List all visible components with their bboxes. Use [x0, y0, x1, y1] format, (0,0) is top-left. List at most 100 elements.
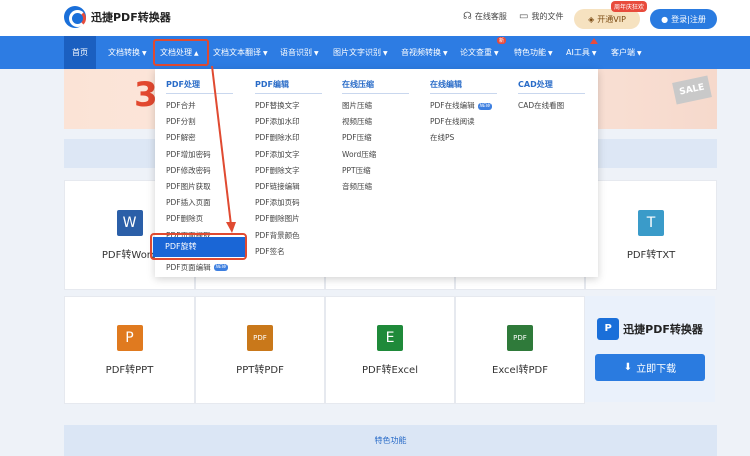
tool-pdf-to-excel[interactable]: E PDF转Excel [325, 296, 455, 404]
menu-item[interactable]: PPT压缩 [342, 163, 409, 179]
dropdown-col-online-edit: 在线编辑 PDF在线编辑 NEW PDF在线阅读 在线PS [430, 79, 497, 147]
download-label: 立即下载 [636, 363, 677, 375]
nav-plagiarism[interactable]: 论文查重 ▼ [460, 36, 499, 69]
tool-label: Excel转PDF [492, 364, 548, 376]
diamond-icon: ◈ [588, 14, 595, 24]
nav-new-badge: 新 [497, 37, 507, 44]
menu-item[interactable]: PDF合并 [166, 98, 233, 114]
menu-item[interactable]: PDF链接编辑 [255, 179, 322, 195]
menu-item[interactable]: PDF分割 [166, 114, 233, 130]
tool-label: PDF转PPT [105, 364, 154, 376]
logo-icon [64, 6, 86, 28]
menu-item[interactable]: PDF替换文字 [255, 98, 322, 114]
chevron-down-icon: ▼ [548, 50, 553, 57]
dropdown-col-compress: 在线压缩 图片压缩 视频压缩 PDF压缩 Word压缩 PPT压缩 音频压缩 [342, 79, 409, 195]
col-title: PDF处理 [166, 79, 233, 94]
nav-highlight-box [153, 39, 209, 66]
menu-item[interactable]: PDF删除图片 [255, 211, 322, 227]
new-tag: NEW [213, 264, 229, 272]
menu-item[interactable]: PDF修改密码 [166, 163, 233, 179]
file-icon: ▭ [519, 11, 529, 22]
txt-icon: T [638, 209, 664, 236]
nav-home[interactable]: 首页 [64, 36, 96, 69]
login-label: 登录|注册 [671, 14, 706, 24]
banner-sale-tag: SALE [672, 75, 712, 105]
chevron-down-icon: ▼ [637, 50, 642, 57]
tool-label: PDF转Excel [362, 364, 418, 376]
service-link[interactable]: ☊ 在线客服 [463, 11, 507, 22]
chevron-down-icon: ▼ [142, 50, 147, 57]
my-files-label: 我的文件 [531, 12, 564, 21]
vip-label: 开通VIP [597, 14, 626, 24]
menu-item[interactable]: PDF签名 [255, 244, 322, 260]
menu-item[interactable]: 视频压缩 [342, 114, 409, 130]
menu-item[interactable]: PDF删除页 [166, 211, 233, 227]
menu-item[interactable]: PDF压缩 [342, 130, 409, 146]
menu-item[interactable]: CAD在线看图 [518, 98, 585, 114]
nav-translate[interactable]: 文档文本翻译 ▼ [213, 36, 268, 69]
vip-promo-badge: 周年庆狂欢 [611, 1, 648, 12]
nav-ocr[interactable]: 图片文字识别 ▼ [333, 36, 388, 69]
col-title: CAD处理 [518, 79, 585, 94]
top-header: 迅捷PDF转换器 ☊ 在线客服 ▭ 我的文件 ◈ 开通VIP 周年庆狂欢 ● 登… [0, 0, 750, 36]
ppt-icon: P [116, 324, 143, 351]
brand-name: 迅捷PDF转换器 [91, 11, 171, 24]
dropdown-col-cad: CAD处理 CAD在线看图 [518, 79, 585, 114]
col-title: PDF编辑 [255, 79, 322, 94]
nav-voice[interactable]: 语音识别 ▼ [280, 36, 319, 69]
menu-item[interactable]: 图片压缩 [342, 98, 409, 114]
menu-item[interactable]: PDF页面编辑 NEW [166, 260, 233, 276]
chevron-down-icon: ▼ [443, 50, 448, 57]
menu-item[interactable]: PDF图片获取 [166, 179, 233, 195]
chevron-down-icon: ▼ [383, 50, 388, 57]
chevron-down-icon: ▼ [591, 50, 597, 57]
menu-item[interactable]: PDF增加密码 [166, 147, 233, 163]
menu-item[interactable]: Word压缩 [342, 147, 409, 163]
col-title: 在线压缩 [342, 79, 409, 94]
nav-features[interactable]: 特色功能 ▼ [514, 36, 553, 69]
nav-av-convert[interactable]: 音视频转换 ▼ [401, 36, 448, 69]
nav-client[interactable]: 客户端 ▼ [611, 36, 642, 69]
selected-highlight-box [150, 233, 247, 260]
menu-item[interactable]: PDF背景颜色 [255, 228, 322, 244]
menu-item[interactable]: PDF插入页面 [166, 195, 233, 211]
tool-label: PPT转PDF [236, 364, 284, 376]
service-label: 在线客服 [474, 12, 507, 21]
tool-excel-to-pdf[interactable]: PDF Excel转PDF [455, 296, 585, 404]
menu-item[interactable]: 在线PS [430, 130, 497, 146]
menu-item[interactable]: PDF在线阅读 [430, 114, 497, 130]
main-nav: 首页 文档转换 ▼ 文档处理 ▲ 文档文本翻译 ▼ 语音识别 ▼ 图片文字识别 ▼ 音视频… [0, 36, 750, 69]
menu-item[interactable]: PDF添加水印 [255, 114, 322, 130]
menu-item[interactable]: PDF在线编辑 NEW [430, 98, 497, 114]
tool-pdf-to-txt[interactable]: T PDF转TXT [585, 180, 717, 290]
new-tag: NEW [477, 102, 493, 110]
tool-ppt-to-pdf[interactable]: PDF PPT转PDF [195, 296, 325, 404]
brand-logo[interactable]: 迅捷PDF转换器 [64, 6, 171, 28]
tool-pdf-to-ppt[interactable]: P PDF转PPT [64, 296, 195, 404]
tool-label: PDF转Word [101, 249, 158, 261]
menu-item[interactable]: PDF删除文字 [255, 163, 322, 179]
headset-icon: ☊ [463, 11, 472, 22]
login-button[interactable]: ● 登录|注册 [650, 9, 717, 29]
tool-label: PDF转TXT [626, 249, 676, 261]
menu-item[interactable]: PDF添加文字 [255, 147, 322, 163]
my-files-link[interactable]: ▭ 我的文件 [519, 11, 563, 22]
menu-item[interactable]: 音频压缩 [342, 179, 409, 195]
user-icon: ● [661, 14, 669, 24]
chevron-down-icon: ▼ [314, 50, 319, 57]
word-icon: W [116, 209, 143, 236]
download-icon: ⬇ [623, 361, 633, 373]
menu-item[interactable]: PDF添加页码 [255, 195, 322, 211]
pdf-icon: PDF [247, 324, 273, 351]
download-button[interactable]: ⬇ 立即下载 [595, 353, 705, 381]
menu-item[interactable]: PDF删除水印 [255, 130, 322, 146]
menu-item[interactable]: PDF解密 [166, 130, 233, 146]
hot-indicator-icon [590, 38, 598, 44]
vip-button[interactable]: ◈ 开通VIP [574, 9, 640, 29]
col-title: 在线编辑 [430, 79, 497, 94]
nav-doc-convert[interactable]: 文档转换 ▼ [108, 36, 147, 69]
excel-icon: E [377, 324, 403, 351]
chevron-down-icon: ▼ [263, 50, 268, 57]
feature-section-title: 特色功能 [64, 425, 717, 456]
chevron-down-icon: ▼ [494, 50, 499, 57]
